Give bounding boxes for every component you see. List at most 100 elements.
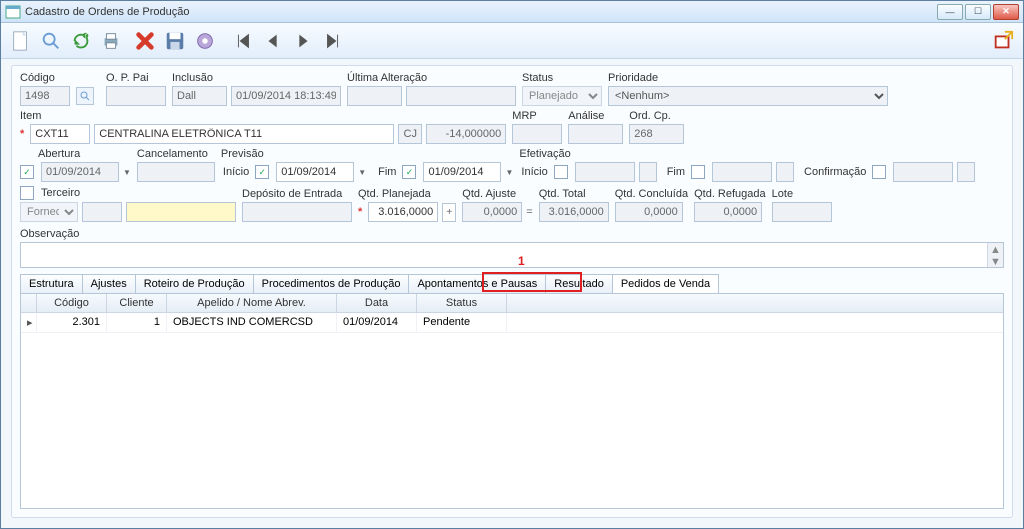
mrp-label: MRP: [512, 110, 562, 122]
ordcp-input: [629, 124, 684, 144]
qtd-ajuste-label: Qtd. Ajuste: [462, 188, 532, 200]
qtd-total-input: [539, 202, 609, 222]
search-button[interactable]: [37, 27, 65, 55]
qtd-planejada-label: Qtd. Planejada: [358, 188, 456, 200]
tab-procedimentos[interactable]: Procedimentos de Produção: [253, 274, 410, 293]
qtd-refugada-input: [694, 202, 762, 222]
previsao-inicio-input[interactable]: [276, 162, 354, 182]
codigo-input[interactable]: [20, 86, 70, 106]
new-button[interactable]: [7, 27, 35, 55]
previsao-fim-label: Fim: [378, 166, 396, 178]
qtd-refugada-label: Qtd. Refugada: [694, 188, 766, 200]
prev-record-button[interactable]: [259, 27, 287, 55]
tabstrip: Estrutura Ajustes Roteiro de Produção Pr…: [20, 274, 1004, 294]
tab-ajustes[interactable]: Ajustes: [82, 274, 136, 293]
qtd-equals: =: [526, 206, 532, 218]
terceiro-checkbox[interactable]: [20, 186, 34, 200]
terceiro-fornec-select[interactable]: Fornec.: [20, 202, 78, 222]
table-row[interactable]: ▸ 2.301 1 OBJECTS IND COMERCSD 01/09/201…: [21, 313, 1003, 333]
prioridade-label: Prioridade: [608, 72, 1004, 84]
first-record-button[interactable]: [229, 27, 257, 55]
grid-col-apelido[interactable]: Apelido / Nome Abrev.: [167, 294, 337, 312]
inclusao-user-input: [172, 86, 227, 106]
status-label: Status: [522, 72, 602, 84]
cell-codigo: 2.301: [37, 313, 107, 332]
next-record-button[interactable]: [289, 27, 317, 55]
app-icon: [5, 4, 21, 20]
efetivacao-inicio-time-input: [639, 162, 657, 182]
item-desc-input[interactable]: [94, 124, 394, 144]
cancelamento-label: Cancelamento: [137, 148, 215, 160]
observacao-textarea[interactable]: ▲▼: [20, 242, 1004, 268]
tab-pedidos-venda[interactable]: Pedidos de Venda: [612, 274, 719, 293]
previsao-inicio-label: Início: [223, 166, 249, 178]
efetivacao-inicio-checkbox[interactable]: [554, 165, 568, 179]
analise-input: [568, 124, 623, 144]
grid-col-status[interactable]: Status: [417, 294, 507, 312]
inclusao-label: Inclusão: [172, 72, 341, 84]
tab-roteiro[interactable]: Roteiro de Produção: [135, 274, 254, 293]
efetivacao-fim-checkbox[interactable]: [691, 165, 705, 179]
tab-apontamentos[interactable]: Apontamentos e Pausas: [408, 274, 546, 293]
observacao-scrollbar[interactable]: ▲▼: [987, 243, 1003, 267]
analise-label: Análise: [568, 110, 623, 122]
cell-status: Pendente: [417, 313, 507, 332]
window-title: Cadastro de Ordens de Produção: [25, 6, 937, 18]
last-record-button[interactable]: [319, 27, 347, 55]
item-qty-input: [426, 124, 506, 144]
maximize-button[interactable]: ☐: [965, 4, 991, 20]
export-button[interactable]: [989, 27, 1017, 55]
abertura-date-input[interactable]: [41, 162, 119, 182]
tab-resultado[interactable]: Resultado: [545, 274, 613, 293]
qtd-ajuste-input: [462, 202, 522, 222]
qtd-planejada-input[interactable]: [368, 202, 438, 222]
ultima-alt-user-input: [347, 86, 402, 106]
deposito-input: [242, 202, 352, 222]
previsao-fim-checkbox[interactable]: ✓: [402, 165, 416, 179]
callout-number: 1: [518, 254, 525, 268]
item-required-mark: *: [20, 128, 24, 140]
abertura-checkbox[interactable]: ✓: [20, 165, 34, 179]
lote-label: Lote: [772, 188, 832, 200]
oppai-input: [106, 86, 166, 106]
titlebar: Cadastro de Ordens de Produção — ☐ ✕: [1, 1, 1023, 23]
observacao-label: Observação: [20, 228, 1004, 240]
pedidos-grid: Código Cliente Apelido / Nome Abrev. Dat…: [20, 294, 1004, 509]
grid-col-data[interactable]: Data: [337, 294, 417, 312]
previsao-label: Previsão: [221, 148, 513, 160]
qtd-concluida-label: Qtd. Concluída: [615, 188, 688, 200]
efetivacao-inicio-label: Início: [521, 166, 547, 178]
status-select[interactable]: Planejado: [522, 86, 602, 106]
confirmacao-time-input: [957, 162, 975, 182]
previsao-fim-input[interactable]: [423, 162, 501, 182]
terceiro-nome-input[interactable]: [126, 202, 236, 222]
settings-button[interactable]: [191, 27, 219, 55]
grid-col-codigo[interactable]: Código: [37, 294, 107, 312]
qtd-total-label: Qtd. Total: [539, 188, 609, 200]
mrp-input: [512, 124, 562, 144]
item-code-input[interactable]: [30, 124, 90, 144]
grid-col-cliente[interactable]: Cliente: [107, 294, 167, 312]
save-button[interactable]: [161, 27, 189, 55]
close-button[interactable]: ✕: [993, 4, 1019, 20]
previsao-inicio-checkbox[interactable]: ✓: [255, 165, 269, 179]
confirmacao-checkbox[interactable]: [872, 165, 886, 179]
qtd-plus-button[interactable]: +: [442, 203, 456, 222]
refresh-button[interactable]: ?: [67, 27, 95, 55]
inclusao-datetime-input: [231, 86, 341, 106]
main-window: Cadastro de Ordens de Produção — ☐ ✕ ? C…: [0, 0, 1024, 529]
ordcp-label: Ord. Cp.: [629, 110, 684, 122]
item-cj-button[interactable]: CJ: [398, 124, 422, 144]
print-button[interactable]: [97, 27, 125, 55]
toolbar: ?: [1, 23, 1023, 59]
prioridade-select[interactable]: <Nenhum>: [608, 86, 888, 106]
tab-estrutura[interactable]: Estrutura: [20, 274, 83, 293]
content-area: Código O. P. Pai Inclusão: [1, 59, 1023, 528]
codigo-lookup-button[interactable]: [76, 87, 94, 105]
efetivacao-inicio-input: [575, 162, 635, 182]
svg-text:?: ?: [83, 30, 89, 40]
efetivacao-label: Efetivação: [519, 148, 975, 160]
efetivacao-fim-label: Fim: [667, 166, 685, 178]
delete-button[interactable]: [131, 27, 159, 55]
minimize-button[interactable]: —: [937, 4, 963, 20]
